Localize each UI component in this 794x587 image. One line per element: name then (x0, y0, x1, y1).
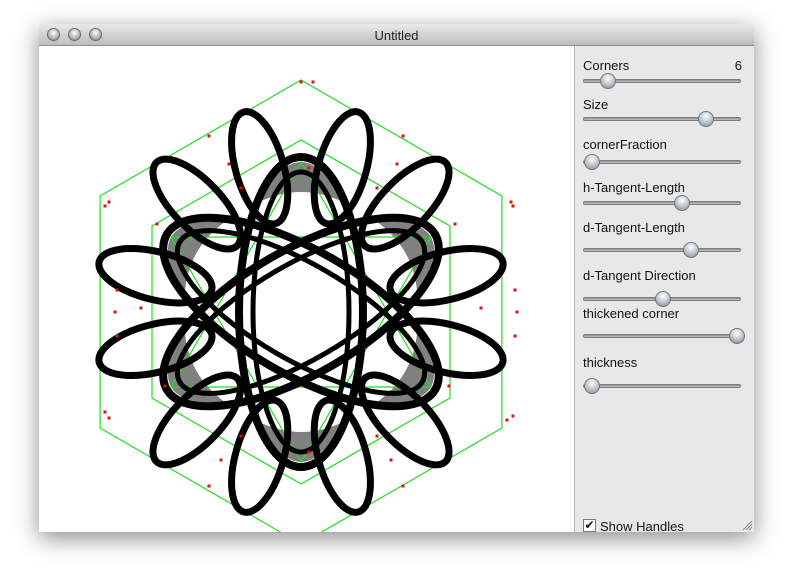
handle-point (513, 334, 517, 338)
d-tangent-length-slider[interactable] (583, 242, 741, 258)
d-tangent-direction-label: d-Tangent Direction (583, 268, 696, 283)
corners-value: 6 (734, 58, 742, 73)
handle-point (395, 162, 399, 166)
app-window: Untitled Corners 6 Size cornerFraction h… (39, 24, 754, 545)
handle-point (479, 306, 483, 310)
handle-point (511, 414, 515, 418)
corner-fraction-slider-knob[interactable] (583, 154, 600, 170)
size-slider[interactable] (583, 111, 741, 127)
d-tangent-length-label: d-Tangent-Length (583, 220, 685, 235)
handle-point (511, 204, 515, 208)
handle-point (107, 416, 111, 420)
handle-point (139, 306, 143, 310)
d-tangent-direction-slider-knob[interactable] (655, 291, 671, 307)
handle-point (239, 434, 243, 438)
handle-point (389, 458, 393, 462)
handle-point (307, 166, 311, 170)
handle-point (239, 186, 243, 190)
handle-point (375, 434, 379, 438)
d-tangent-direction-slider[interactable] (583, 291, 741, 307)
handle-point (103, 204, 107, 208)
handle-point (207, 484, 211, 488)
thickened-corner-slider[interactable] (583, 328, 746, 344)
corners-slider[interactable] (583, 73, 741, 89)
thickened-corner-label: thickened corner (583, 306, 680, 321)
handle-point (509, 200, 513, 204)
handle-point (515, 310, 519, 314)
handle-point (103, 410, 107, 414)
resize-grip-icon[interactable] (742, 520, 752, 530)
handle-point (447, 384, 451, 388)
handle-point (115, 288, 119, 292)
handle-point (311, 80, 315, 84)
h-tangent-length-label: h-Tangent-Length (583, 180, 685, 195)
thickness-slider-knob[interactable] (583, 378, 600, 394)
petal-inner-ellipse-1 (250, 169, 352, 455)
show-handles-checkbox[interactable]: ✔ (583, 519, 596, 532)
petal-ellipse-1 (235, 153, 367, 471)
handle-point (155, 222, 159, 226)
outer-loop-4 (386, 317, 507, 379)
handle-point (163, 384, 167, 388)
handle-point (375, 186, 379, 190)
corners-slider-knob[interactable] (599, 73, 616, 89)
handle-point (299, 80, 303, 84)
h-tangent-length-slider-knob[interactable] (673, 195, 690, 211)
thickness-slider[interactable] (583, 378, 741, 394)
h-tangent-length-slider[interactable] (583, 195, 741, 211)
outer-loop-9 (95, 317, 216, 379)
corner-fraction-label: cornerFraction (583, 137, 667, 152)
size-label: Size (583, 97, 609, 112)
size-slider-knob[interactable] (697, 111, 714, 127)
show-handles-label: Show Handles (600, 519, 684, 534)
handle-point (401, 484, 405, 488)
handle-point (115, 334, 119, 338)
thickened-corner-slider-knob[interactable] (729, 328, 746, 344)
handle-point (453, 222, 457, 226)
handle-point (401, 134, 405, 138)
rosette-drawing (95, 79, 519, 545)
outer-loop-10 (95, 245, 216, 307)
handle-point (505, 418, 509, 422)
thickness-label: thickness (583, 355, 638, 370)
handle-point (207, 134, 211, 138)
handle-point (227, 162, 231, 166)
drawing-canvas[interactable] (39, 46, 575, 545)
handle-point (107, 200, 111, 204)
handle-point (113, 310, 117, 314)
corner-fraction-slider[interactable] (583, 154, 741, 170)
controls-panel: Corners 6 Size cornerFraction h-Tangent-… (575, 46, 754, 534)
handle-point (219, 458, 223, 462)
title-bar: Untitled (39, 24, 754, 46)
handle-point (513, 288, 517, 292)
handle-point (307, 450, 311, 454)
d-tangent-length-slider-knob[interactable] (683, 242, 700, 258)
outer-loop-3 (386, 245, 507, 307)
window-title: Untitled (374, 28, 419, 43)
corners-label: Corners (583, 58, 630, 73)
